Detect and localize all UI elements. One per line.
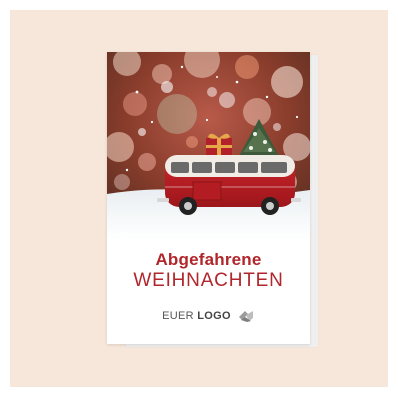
- card-headline: Abgefahrene: [155, 250, 262, 269]
- card-subline: WEIHNACHTEN: [133, 270, 284, 291]
- logo-placeholder: EUER LOGO: [107, 308, 310, 324]
- logo-prefix: EUER: [162, 310, 194, 322]
- logo-mark-icon: [238, 311, 253, 322]
- bus-icon: [157, 155, 301, 215]
- card-photo: [107, 52, 310, 240]
- greeting-card: Abgefahrene WEIHNACHTEN EUER LOGO: [107, 52, 310, 344]
- logo-bold: LOGO: [197, 310, 231, 322]
- logo-text: EUER LOGO: [162, 310, 231, 322]
